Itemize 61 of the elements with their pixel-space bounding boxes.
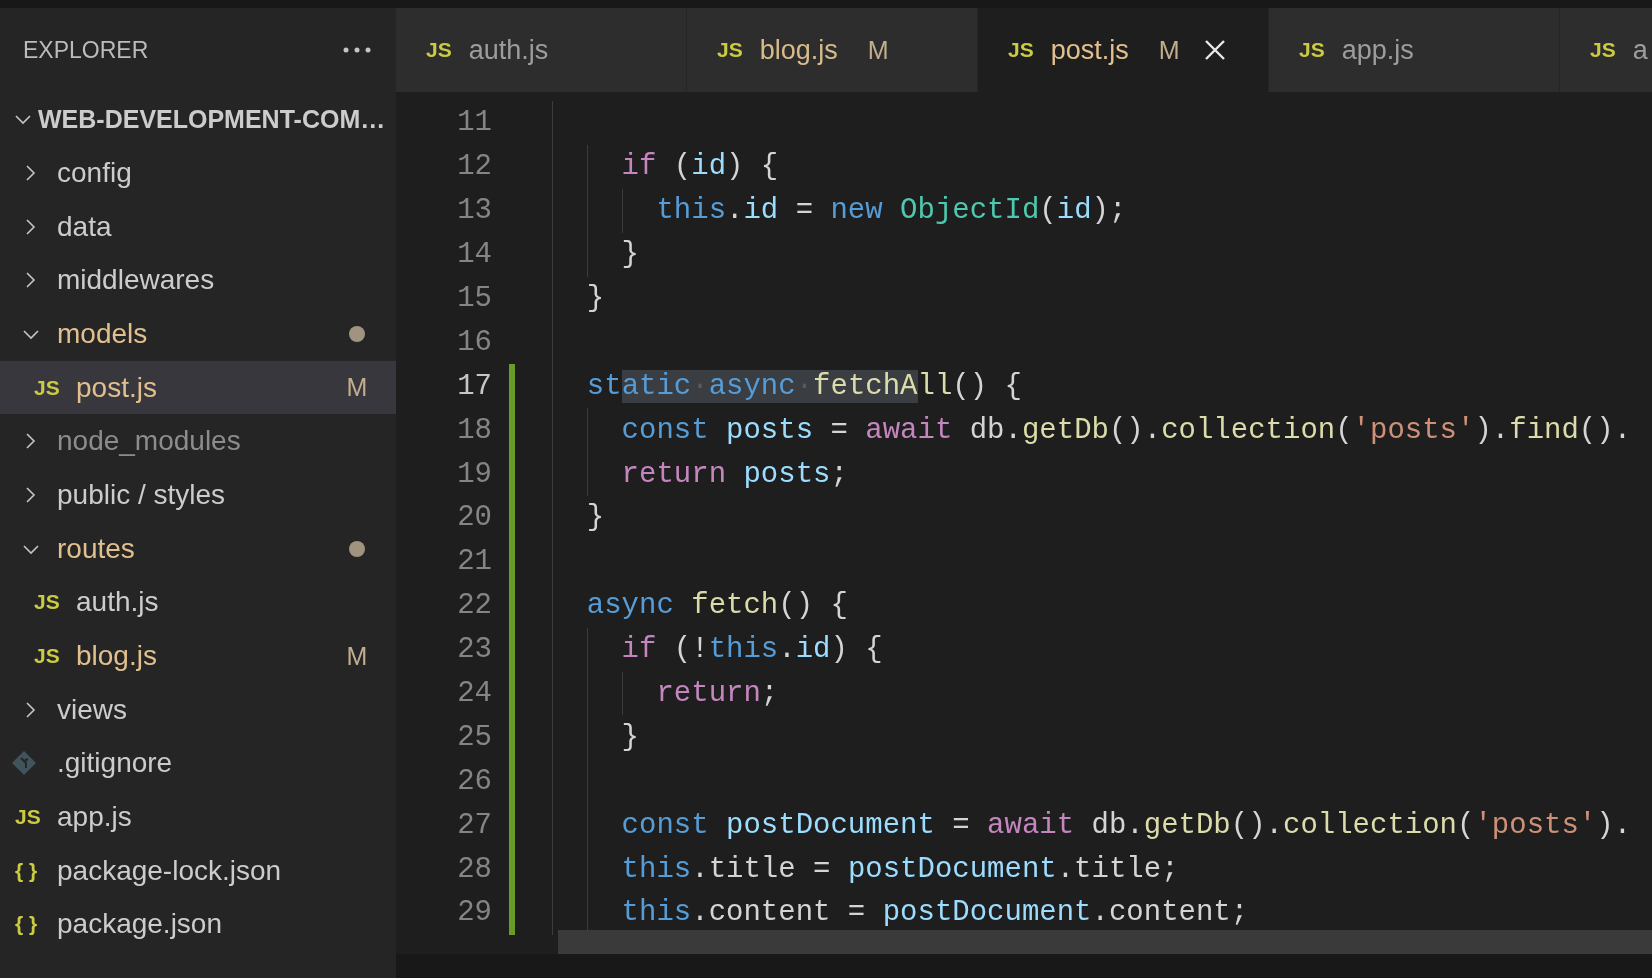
line-number: 22 bbox=[456, 589, 492, 623]
file-name[interactable]: .gitignore bbox=[57, 747, 370, 780]
file-name[interactable]: post.js bbox=[76, 371, 344, 404]
line-number: 25 bbox=[456, 720, 492, 754]
line-number: 24 bbox=[456, 677, 492, 710]
file-name[interactable]: blog.js bbox=[76, 640, 344, 673]
git-status-label: M bbox=[345, 641, 369, 671]
line-number: 28 bbox=[456, 852, 492, 886]
file-name[interactable]: auth.js bbox=[76, 586, 370, 619]
git-file-icon bbox=[11, 750, 37, 777]
line-number: 12 bbox=[456, 150, 492, 184]
line-number: 17 bbox=[456, 369, 492, 403]
line-number: 14 bbox=[456, 238, 492, 272]
line-number: 18 bbox=[456, 413, 492, 447]
line-number: 15 bbox=[456, 282, 492, 315]
file-name[interactable]: app.js bbox=[57, 801, 370, 834]
js-file-icon: JS bbox=[15, 805, 41, 830]
line-number: 27 bbox=[456, 808, 492, 842]
line-number: 13 bbox=[456, 194, 492, 228]
line-number: 29 bbox=[456, 896, 492, 930]
selected-row[interactable]: JS post.js M bbox=[0, 360, 396, 415]
folder-name[interactable]: config bbox=[57, 156, 370, 189]
close-icon[interactable] bbox=[1203, 39, 1226, 61]
folder-name[interactable]: public / styles bbox=[57, 478, 370, 511]
line-number: 23 bbox=[456, 633, 492, 667]
js-file-icon: JS bbox=[1299, 38, 1325, 62]
editor-tab[interactable]: JS app.js bbox=[1269, 8, 1560, 92]
json-file-icon: { } bbox=[15, 912, 38, 937]
editor-tab[interactable]: JS post.js M bbox=[978, 8, 1269, 92]
horizontal-scrollbar[interactable] bbox=[558, 930, 1652, 954]
folder-name[interactable]: node_modules bbox=[57, 425, 370, 458]
js-file-icon: JS bbox=[34, 590, 60, 615]
js-file-icon: JS bbox=[1008, 38, 1034, 62]
file-name[interactable]: package-lock.json bbox=[57, 854, 370, 887]
js-file-icon: JS bbox=[34, 644, 60, 669]
editor-tab[interactable]: JS blog.js M bbox=[687, 8, 978, 92]
js-file-icon: JS bbox=[717, 38, 743, 62]
line-number: 20 bbox=[456, 501, 492, 535]
line-number: 21 bbox=[456, 545, 492, 579]
editor-tab[interactable]: JS auth.js bbox=[396, 8, 687, 92]
line-number: 19 bbox=[456, 457, 492, 491]
folder-name[interactable]: models bbox=[57, 317, 349, 350]
json-file-icon: { } bbox=[15, 858, 38, 883]
folder-name[interactable]: routes bbox=[57, 532, 349, 565]
more-actions-icon[interactable] bbox=[342, 46, 372, 54]
js-file-icon: JS bbox=[1590, 38, 1616, 62]
git-status-label: M bbox=[345, 373, 369, 403]
js-file-icon: JS bbox=[426, 38, 452, 62]
line-number: 26 bbox=[456, 764, 492, 798]
line-number: 11 bbox=[456, 106, 492, 140]
folder-name[interactable]: views bbox=[57, 693, 370, 726]
line-number: 16 bbox=[456, 325, 492, 359]
git-status-label: M bbox=[1158, 35, 1180, 65]
js-file-icon: JS bbox=[34, 375, 60, 400]
explorer-title: EXPLORER bbox=[23, 36, 149, 64]
folder-name[interactable]: data bbox=[57, 210, 370, 243]
git-status-label: M bbox=[867, 35, 889, 65]
editor-tab[interactable]: JS a bbox=[1560, 8, 1652, 92]
project-folder-name[interactable]: WEB-DEVELOPMENT-COM… bbox=[38, 104, 386, 134]
file-name[interactable]: package.json bbox=[57, 908, 370, 941]
folder-name[interactable]: middlewares bbox=[57, 264, 370, 297]
